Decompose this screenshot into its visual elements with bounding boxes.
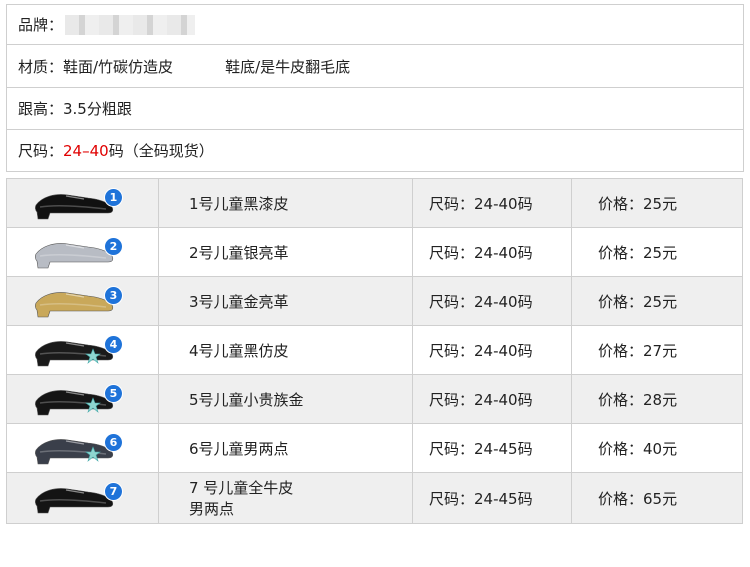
- product-name: 1号儿童黑漆皮: [189, 194, 289, 213]
- product-name-cell: 4号儿童黑仿皮: [158, 325, 413, 375]
- brand-row: 品牌：: [7, 5, 743, 45]
- product-row: 6 6号儿童男两点 尺码：24-45码 价格：40元: [6, 423, 743, 473]
- product-price: 价格：27元: [598, 341, 678, 360]
- material-text: 材质：鞋面/竹碳仿造皮: [18, 57, 174, 76]
- product-name: 4号儿童黑仿皮: [189, 341, 289, 360]
- size-row: 尺码： 24–40 码（全码现货）: [7, 130, 743, 172]
- product-name-cell: 1号儿童黑漆皮: [158, 178, 413, 228]
- product-size-cell: 尺码：24-40码: [412, 276, 572, 326]
- hang-tag-icon: [85, 397, 101, 413]
- product-name-line1: 7 号儿童全牛皮: [189, 479, 294, 497]
- product-name-cell: 2号儿童银亮革: [158, 227, 413, 277]
- product-name: 3号儿童金亮革: [189, 292, 289, 311]
- product-price-cell: 价格：28元: [571, 374, 743, 424]
- product-size: 尺码：24-40码: [429, 194, 533, 213]
- size-suffix: 码（全码现货）: [108, 142, 214, 160]
- black-faux-leather-shoe-icon: [35, 341, 114, 367]
- product-image-cell: 7: [6, 472, 159, 524]
- product-size-cell: 尺码：24-45码: [412, 472, 572, 524]
- product-price: 价格：40元: [598, 439, 678, 458]
- product-size-cell: 尺码：24-45码: [412, 423, 572, 473]
- product-name: 6号儿童男两点: [189, 439, 289, 458]
- product-price-cell: 价格：25元: [571, 178, 743, 228]
- product-price: 价格：25元: [598, 243, 678, 262]
- brand-name-blurred: [65, 14, 196, 35]
- black-gold-shoe-icon: [35, 390, 114, 416]
- brand-label: 品牌：: [18, 16, 64, 34]
- heel-text: 跟高：3.5分粗跟: [18, 100, 132, 118]
- product-price-cell: 价格：65元: [571, 472, 743, 524]
- product-row: 2 2号儿童银亮革 尺码：24-40码 价格：25元: [6, 227, 743, 277]
- hang-tag-icon: [85, 446, 101, 462]
- product-image-cell: 3: [6, 276, 159, 326]
- product-row: 7 7 号儿童全牛皮 男两点 尺码：24-45码 价格：65元: [6, 472, 743, 524]
- heel-row: 跟高：3.5分粗跟: [7, 88, 743, 130]
- product-price: 价格：25元: [598, 292, 678, 311]
- product-size-cell: 尺码：24-40码: [412, 178, 572, 228]
- product-price-cell: 价格：25元: [571, 227, 743, 277]
- gold-shoe-icon: [35, 292, 114, 318]
- two-tone-shoe-icon: [35, 439, 114, 465]
- black-patent-shoe-icon: [35, 194, 114, 220]
- product-image-cell: 5: [6, 374, 159, 424]
- spec-panel: 品牌： 材质：鞋面/竹碳仿造皮 鞋底/是牛皮翻毛底 跟高：3.5分粗跟 尺码： …: [6, 4, 744, 172]
- size-label: 尺码：: [18, 142, 64, 160]
- product-price: 价格：28元: [598, 390, 678, 409]
- product-image-cell: 6: [6, 423, 159, 473]
- product-size-cell: 尺码：24-40码: [412, 374, 572, 424]
- product-row: 3 3号儿童金亮革 尺码：24-40码 价格：25元: [6, 276, 743, 326]
- size-range: 24–40: [63, 141, 109, 160]
- product-image-cell: 4: [6, 325, 159, 375]
- item-number-badge: 3: [105, 287, 122, 304]
- product-table: 1 1号儿童黑漆皮 尺码：24-40码 价格：25元 2 2号儿童银亮革 尺码：…: [6, 178, 743, 524]
- product-size: 尺码：24-40码: [429, 292, 533, 311]
- hang-tag-icon: [85, 348, 101, 364]
- product-name: 2号儿童银亮革: [189, 243, 289, 262]
- product-size: 尺码：24-40码: [429, 390, 533, 409]
- product-size: 尺码：24-45码: [429, 439, 533, 458]
- product-size: 尺码：24-40码: [429, 341, 533, 360]
- item-number-badge: 4: [105, 336, 122, 353]
- product-price: 价格：25元: [598, 194, 678, 213]
- product-image-cell: 1: [6, 178, 159, 228]
- leather-shoe-icon: [35, 488, 114, 514]
- product-row: 1 1号儿童黑漆皮 尺码：24-40码 价格：25元: [6, 178, 743, 228]
- product-size: 尺码：24-45码: [429, 489, 533, 508]
- product-size-cell: 尺码：24-40码: [412, 325, 572, 375]
- item-number-badge: 6: [105, 434, 122, 451]
- product-price-cell: 价格：27元: [571, 325, 743, 375]
- product-name-line2: 男两点: [189, 500, 235, 518]
- product-price-cell: 价格：40元: [571, 423, 743, 473]
- product-name-cell: 7 号儿童全牛皮 男两点: [158, 472, 413, 524]
- item-number-badge: 7: [105, 483, 122, 500]
- silver-shoe-icon: [35, 243, 114, 269]
- product-name: 5号儿童小贵族金: [189, 390, 304, 409]
- product-size-cell: 尺码：24-40码: [412, 227, 572, 277]
- product-price-cell: 价格：25元: [571, 276, 743, 326]
- product-name-cell: 6号儿童男两点: [158, 423, 413, 473]
- product-row: 4 4号儿童黑仿皮 尺码：24-40码 价格：27元: [6, 325, 743, 375]
- product-row: 5 5号儿童小贵族金 尺码：24-40码 价格：28元: [6, 374, 743, 424]
- product-size: 尺码：24-40码: [429, 243, 533, 262]
- product-name-cell: 5号儿童小贵族金: [158, 374, 413, 424]
- sole-text: 鞋底/是牛皮翻毛底: [225, 57, 351, 76]
- product-image-cell: 2: [6, 227, 159, 277]
- product-name-cell: 3号儿童金亮革: [158, 276, 413, 326]
- item-number-badge: 1: [105, 189, 122, 206]
- material-row: 材质：鞋面/竹碳仿造皮 鞋底/是牛皮翻毛底: [7, 45, 743, 88]
- item-number-badge: 2: [105, 238, 122, 255]
- item-number-badge: 5: [105, 385, 122, 402]
- product-price: 价格：65元: [598, 489, 678, 508]
